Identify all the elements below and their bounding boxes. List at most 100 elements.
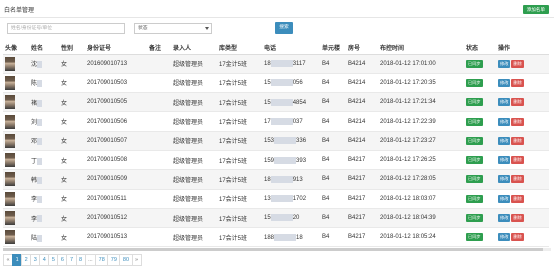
phone-cell: 153 336 [262,131,320,151]
name-cell: 陈 [29,73,59,94]
delete-button[interactable]: 删除 [511,117,524,126]
building-cell: B4 [320,227,346,248]
search-button[interactable]: 搜索 [275,22,293,34]
room-cell: B4217 [346,150,378,171]
avatar [5,75,15,90]
col-room: 房号 [346,42,378,55]
avatar [5,172,15,187]
building-cell: B4 [320,131,346,151]
phone-cell: 15 056 [262,73,320,94]
building-cell: B4 [320,54,346,74]
status-cell: 已同步 [464,111,496,132]
status-cell: 已同步 [464,54,496,74]
entry-cell: 超级管理员 [171,131,217,151]
delete-button[interactable]: 删除 [511,78,524,87]
time-cell: 2018-01-12 17:23:27 [378,131,464,151]
horizontal-scrollbar[interactable] [3,248,551,251]
status-badge[interactable]: 已同步 [466,175,483,184]
gender-cell: 女 [59,208,85,229]
entry-cell: 超级管理员 [171,150,217,171]
remark-cell [147,189,171,209]
avatar [5,114,15,129]
building-cell: B4 [320,150,346,171]
time-cell: 2018-01-12 18:05:24 [378,227,464,248]
id-cell: 201709010513 [85,227,147,248]
delete-button[interactable]: 删除 [511,194,524,203]
edit-button[interactable]: 修改 [498,194,511,203]
avatar [5,133,15,148]
edit-button[interactable]: 修改 [498,117,511,126]
avatar-cell [3,150,29,171]
edit-button[interactable]: 修改 [498,98,511,107]
avatar [5,211,15,226]
divider [0,17,554,18]
redacted-mask [37,234,43,242]
edit-button[interactable]: 修改 [498,136,511,145]
search-input[interactable]: 姓名/身份证号/单位 [7,23,125,34]
add-whitelist-button[interactable]: 添加名单 [522,5,549,14]
delete-button[interactable]: 删除 [511,214,524,223]
time-cell: 2018-01-12 17:28:05 [378,169,464,190]
time-cell: 2018-01-12 17:21:34 [378,92,464,113]
redacted-mask [37,118,43,126]
status-select[interactable]: 状态 [134,23,212,34]
edit-button[interactable]: 修改 [498,233,511,242]
status-badge[interactable]: 已同步 [466,214,483,223]
actions-cell: 修改 删除 [496,169,549,190]
delete-button[interactable]: 删除 [511,136,524,145]
actions-cell: 修改 删除 [496,92,549,113]
col-building: 单元楼 [320,42,346,55]
room-cell: B4214 [346,111,378,132]
col-id: 身份证号 [85,42,147,55]
edit-button[interactable]: 修改 [498,156,511,165]
id-cell: 201609010713 [85,54,147,74]
table-row: 丁女 201709010508 超级管理员 17会计5班 159 393 B4 B4217 20… [3,150,549,171]
redacted-mask [37,80,43,88]
remark-cell [147,227,171,248]
remark-cell [147,169,171,190]
status-badge[interactable]: 已同步 [466,136,483,145]
delete-button[interactable]: 删除 [511,175,524,184]
status-cell: 已同步 [464,208,496,229]
gender-cell: 女 [59,54,85,74]
avatar-cell [3,189,29,209]
scrollbar-thumb[interactable] [3,248,543,251]
status-badge[interactable]: 已同步 [466,156,483,165]
time-cell: 2018-01-12 18:03:07 [378,189,464,209]
chevron-down-icon [205,27,209,30]
delete-button[interactable]: 删除 [511,233,524,242]
name-cell: 李 [29,208,59,229]
room-cell: B4217 [346,208,378,229]
edit-button[interactable]: 修改 [498,78,511,87]
status-badge[interactable]: 已同步 [466,59,483,68]
gender-cell: 女 [59,227,85,248]
delete-button[interactable]: 删除 [511,98,524,107]
id-cell: 201709010512 [85,208,147,229]
avatar [5,95,15,110]
status-badge[interactable]: 已同步 [466,78,483,87]
gender-cell: 女 [59,169,85,190]
delete-button[interactable]: 删除 [511,59,524,68]
avatar [5,191,15,206]
gender-cell: 女 [59,73,85,94]
lib-cell: 17会计5班 [217,150,262,171]
status-badge[interactable]: 已同步 [466,194,483,203]
col-phone: 电话 [262,42,320,55]
delete-button[interactable]: 删除 [511,156,524,165]
id-cell: 201709010508 [85,150,147,171]
avatar [5,230,15,245]
remark-cell [147,111,171,132]
name-cell: 沈 [29,54,59,74]
next-page-button[interactable]: » [131,254,142,266]
status-badge[interactable]: 已同步 [466,117,483,126]
name-cell: 韩 [29,169,59,190]
edit-button[interactable]: 修改 [498,175,511,184]
edit-button[interactable]: 修改 [498,214,511,223]
id-cell: 201709010506 [85,111,147,132]
edit-button[interactable]: 修改 [498,59,511,68]
phone-cell: 188 18 [262,227,320,248]
status-cell: 已同步 [464,189,496,209]
status-badge[interactable]: 已同步 [466,98,483,107]
status-badge[interactable]: 已同步 [466,233,483,242]
avatar-cell [3,131,29,151]
